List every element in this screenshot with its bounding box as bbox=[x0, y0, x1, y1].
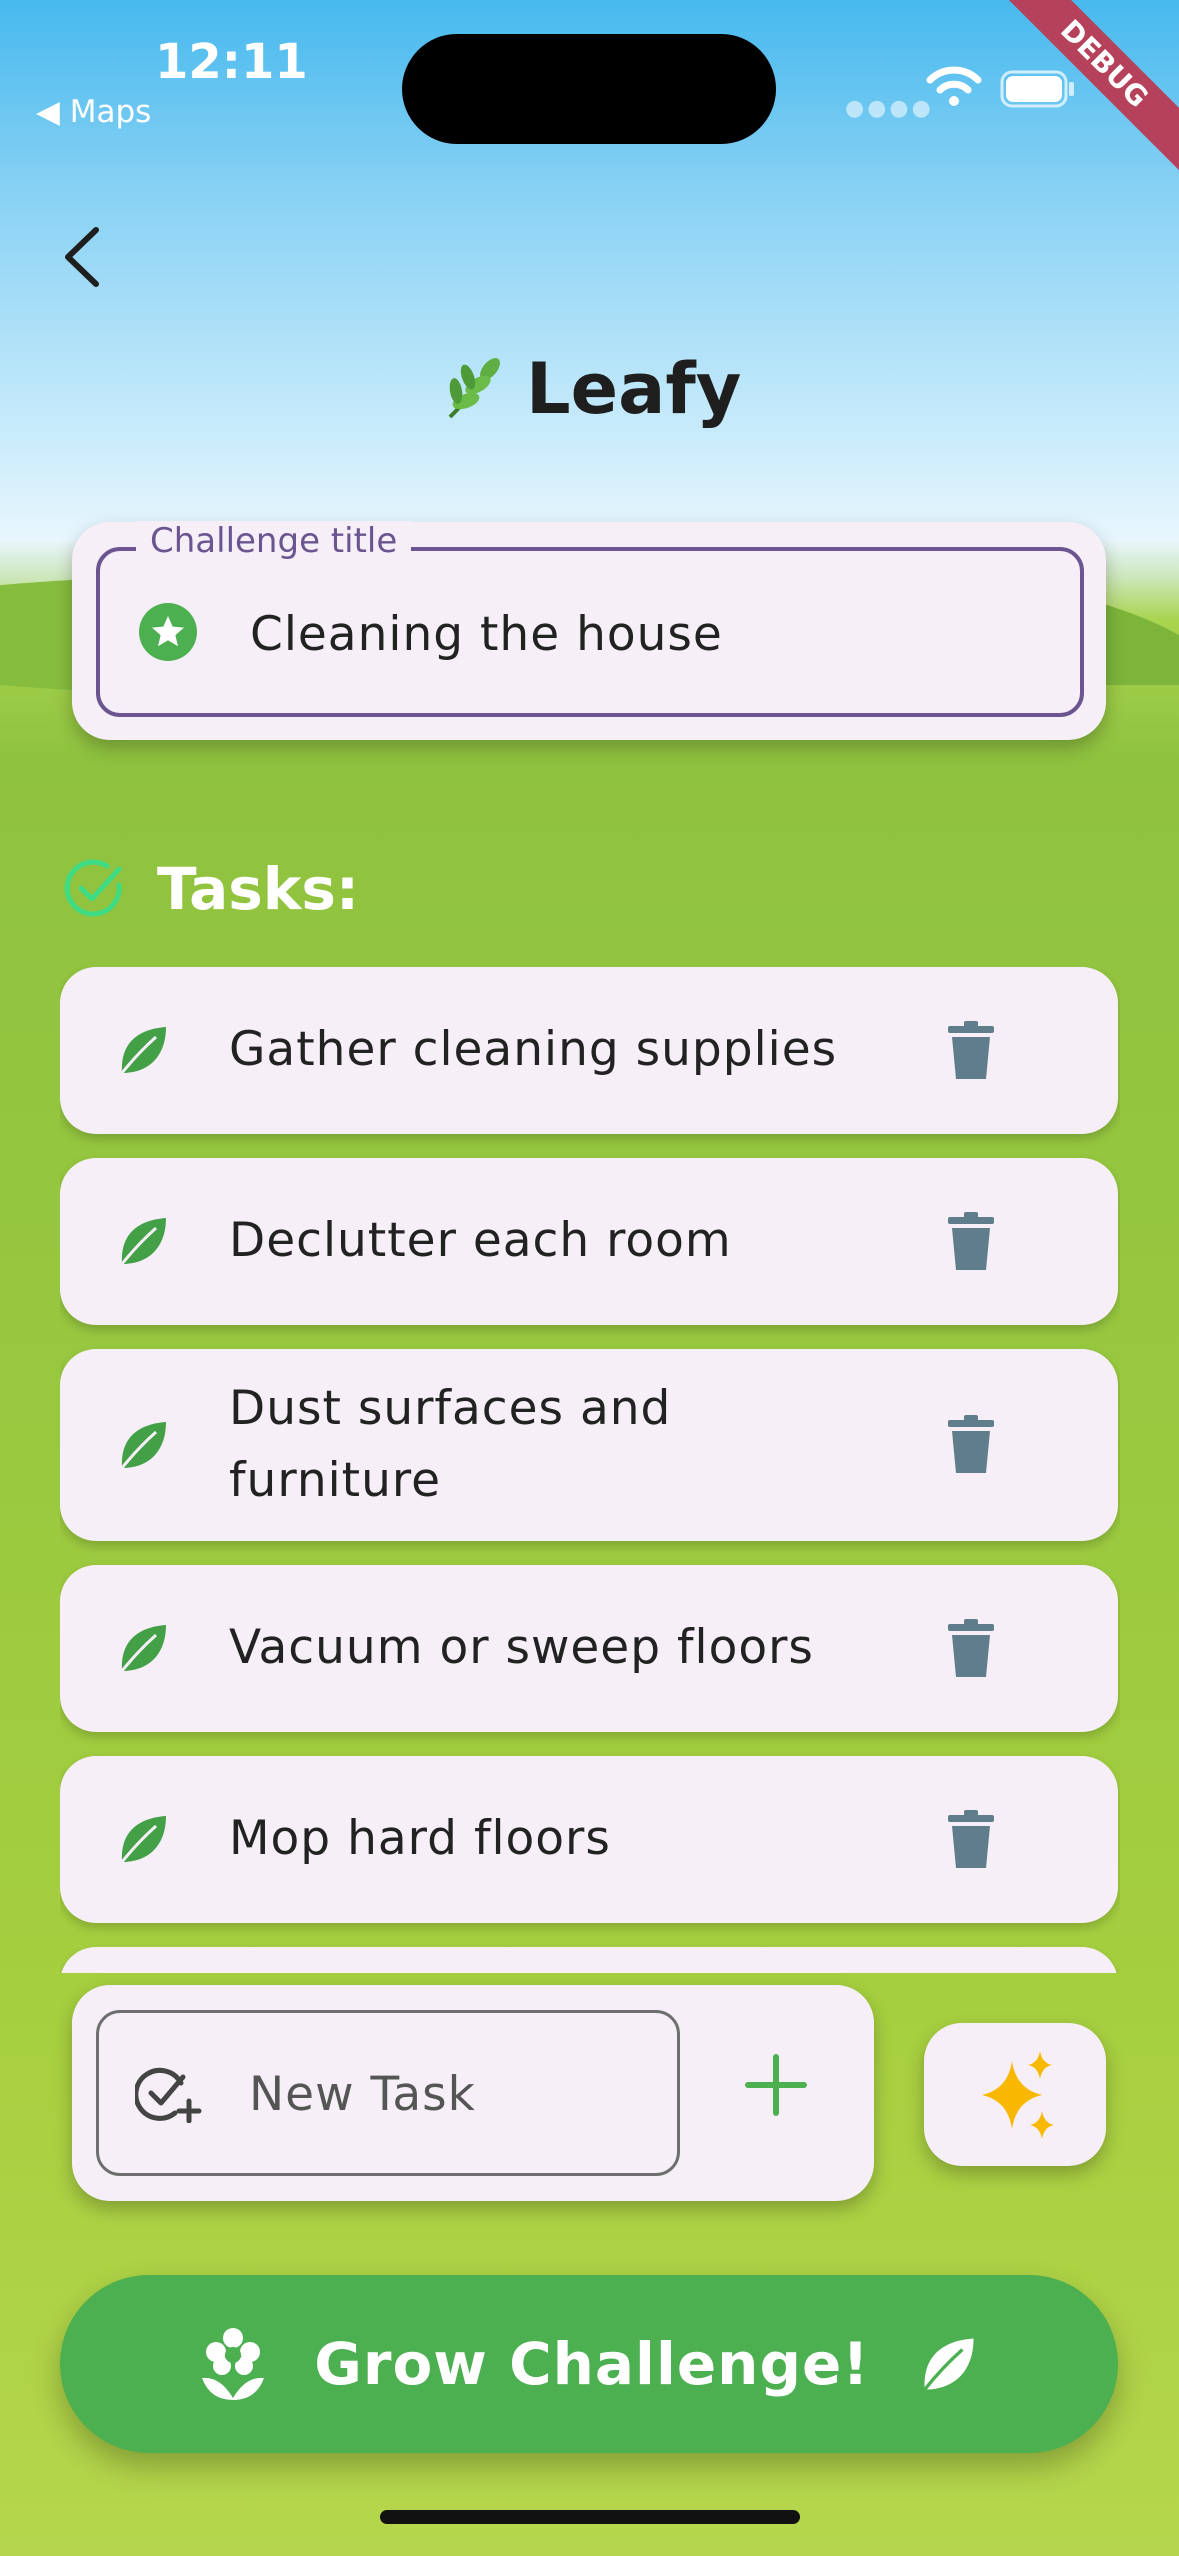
cellular-signal-icon: ●●●● bbox=[845, 96, 934, 121]
back-to-maps-link[interactable]: ◀ Maps bbox=[36, 94, 151, 130]
trash-icon[interactable] bbox=[948, 1212, 994, 1270]
add-task-icon bbox=[135, 2067, 202, 2123]
task-list[interactable]: Gather cleaning supplies Declutter each … bbox=[60, 967, 1120, 1973]
leaf-icon bbox=[923, 2338, 974, 2391]
new-task-field[interactable] bbox=[96, 2010, 680, 2176]
battery-icon bbox=[1000, 70, 1074, 108]
herb-icon bbox=[448, 358, 500, 419]
app-title-text: Leafy bbox=[526, 348, 742, 430]
sparkles-icon bbox=[982, 2051, 1054, 2139]
tasks-heading: Tasks: bbox=[63, 855, 359, 923]
trash-icon[interactable] bbox=[948, 1810, 994, 1868]
task-label: Gather cleaning supplies bbox=[229, 1022, 838, 1077]
task-item[interactable]: Vacuum or sweep floors bbox=[60, 1565, 1118, 1732]
leaf-icon bbox=[120, 1218, 166, 1265]
task-item[interactable]: Mop hard floors bbox=[60, 1756, 1118, 1923]
trash-icon[interactable] bbox=[948, 1415, 994, 1473]
app-title: Leafy bbox=[440, 348, 741, 430]
wifi-icon bbox=[926, 66, 982, 106]
task-label: Mop hard floors bbox=[229, 1811, 611, 1866]
trash-icon[interactable] bbox=[948, 1619, 994, 1677]
leaf-icon bbox=[120, 1027, 166, 1074]
grow-challenge-button[interactable]: Grow Challenge! bbox=[60, 2275, 1118, 2453]
task-item-partial[interactable] bbox=[60, 1947, 1118, 1973]
challenge-title-label: Challenge title bbox=[136, 521, 412, 561]
leaf-icon bbox=[120, 1422, 166, 1469]
tasks-heading-text: Tasks: bbox=[157, 855, 360, 923]
challenge-title-card: Challenge title Cleaning the house bbox=[72, 521, 1106, 740]
check-circle-icon bbox=[64, 859, 122, 917]
task-item[interactable]: Declutter each room bbox=[60, 1158, 1118, 1325]
task-label: Vacuum or sweep floors bbox=[229, 1620, 814, 1675]
star-icon bbox=[139, 603, 197, 661]
task-item[interactable]: Gather cleaning supplies bbox=[60, 967, 1118, 1134]
challenge-title-field[interactable]: Challenge title Cleaning the house bbox=[96, 521, 1084, 717]
dynamic-island bbox=[402, 34, 776, 144]
plus-icon[interactable] bbox=[744, 2053, 808, 2117]
screen: 12:11 ◀ Maps ●●●● DEBUG Leafy Challenge … bbox=[0, 0, 1179, 2556]
status-time: 12:11 bbox=[155, 34, 308, 90]
back-to-maps-label: Maps bbox=[69, 94, 152, 130]
grow-challenge-label: Grow Challenge! bbox=[314, 2330, 870, 2398]
leaf-icon bbox=[120, 1625, 166, 1672]
challenge-title-value[interactable]: Cleaning the house bbox=[250, 607, 723, 662]
ai-suggest-button[interactable] bbox=[924, 2023, 1106, 2166]
new-task-card bbox=[72, 1985, 874, 2201]
chevron-left-icon[interactable] bbox=[56, 222, 112, 292]
flower-icon bbox=[202, 2328, 265, 2400]
task-label: Declutter each room bbox=[229, 1213, 732, 1268]
task-item[interactable]: Dust surfaces and furniture bbox=[60, 1349, 1118, 1541]
home-indicator[interactable] bbox=[380, 2510, 800, 2524]
new-task-input[interactable] bbox=[247, 2057, 651, 2131]
leaf-icon bbox=[120, 1816, 166, 1863]
trash-icon[interactable] bbox=[948, 1021, 994, 1079]
task-label: Dust surfaces and furniture bbox=[229, 1381, 672, 1508]
